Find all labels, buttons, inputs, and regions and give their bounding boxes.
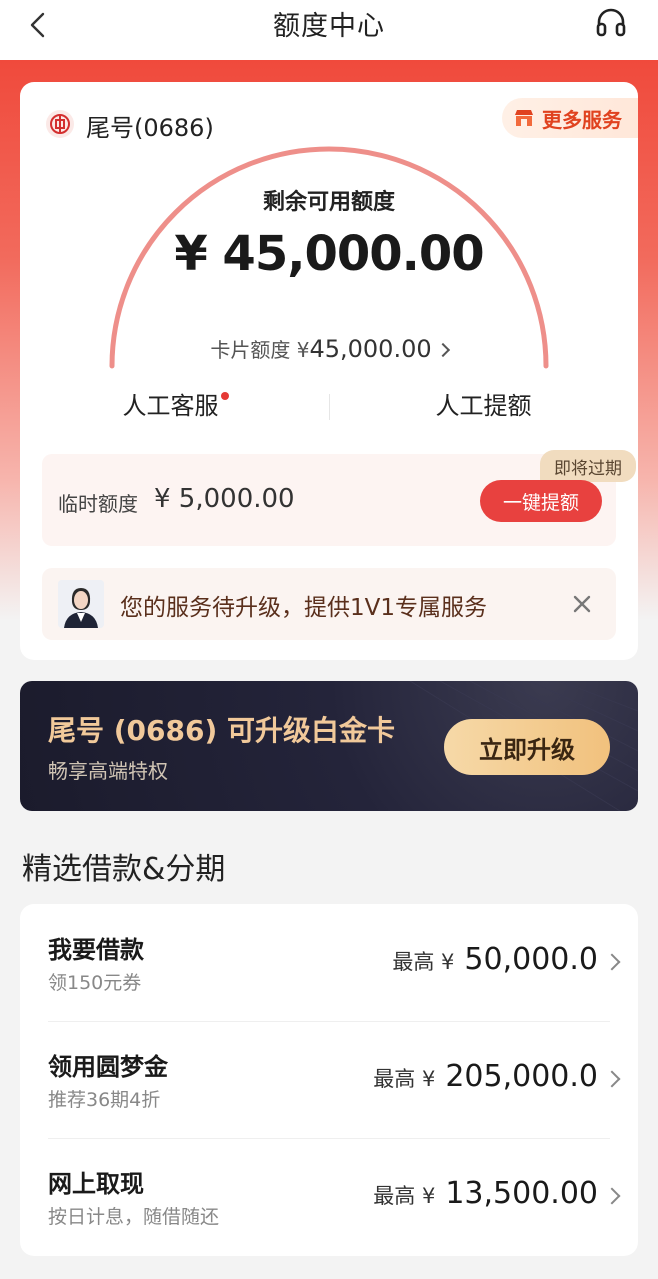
loan-description: 推荐36期4折 bbox=[48, 1089, 161, 1111]
platinum-subtitle: 畅享高端特权 bbox=[48, 759, 168, 783]
shop-icon bbox=[515, 110, 533, 126]
credit-limit-card: 尾号(0686) 更多服务 剩余可用额度 ¥ 45,000.00 卡片额度 ¥4… bbox=[20, 82, 638, 660]
temporary-limit-panel: 临时额度 ¥ 5,000.00 即将过期 一键提额 bbox=[42, 450, 636, 546]
available-limit-label: 剩余可用额度 bbox=[262, 190, 395, 215]
loan-amount: 205,000.0 bbox=[445, 1059, 598, 1094]
loan-list: 我要借款 领150元券 最高 ¥ 50,000.0 领用圆梦金 推荐36期4折 … bbox=[20, 904, 638, 1256]
loan-description: 按日计息，随借随还 bbox=[48, 1206, 220, 1228]
chevron-right-icon bbox=[435, 342, 450, 358]
chevron-right-icon bbox=[603, 953, 621, 971]
top-nav-bar: 额度中心 bbox=[0, 0, 658, 60]
temp-limit-label: 临时额度 bbox=[58, 492, 138, 516]
loan-max-amount: 最高 ¥ 13,500.00 bbox=[373, 1176, 598, 1211]
agent-avatar bbox=[58, 580, 104, 628]
back-arrow-icon[interactable] bbox=[24, 10, 54, 40]
loan-description: 领150元券 bbox=[48, 972, 142, 994]
manual-increase-label: 人工提额 bbox=[435, 392, 532, 420]
upgrade-now-button[interactable]: 立即升级 bbox=[444, 719, 610, 775]
list-item-dream-fund[interactable]: 领用圆梦金 推荐36期4折 最高 ¥ 205,000.0 bbox=[20, 1021, 638, 1138]
loan-max-amount: 最高 ¥ 205,000.0 bbox=[373, 1059, 598, 1094]
loan-max-label: 最高 ¥ bbox=[392, 950, 455, 974]
temp-limit-amount: ¥ 5,000.00 bbox=[154, 484, 295, 514]
page-title: 额度中心 bbox=[273, 10, 385, 42]
platinum-title: 尾号 (0686) 可升级白金卡 bbox=[48, 714, 396, 747]
card-limit-link[interactable]: 卡片额度 ¥45,000.00 bbox=[20, 334, 638, 363]
notification-dot-icon bbox=[220, 392, 229, 400]
loan-amount: 50,000.0 bbox=[464, 942, 598, 977]
loan-max-amount: 最高 ¥ 50,000.0 bbox=[392, 942, 598, 977]
headset-icon[interactable] bbox=[594, 6, 628, 40]
manual-service-label: 人工客服 bbox=[122, 392, 219, 420]
manual-increase-button[interactable]: 人工提额 bbox=[329, 386, 638, 421]
list-item-borrow[interactable]: 我要借款 领150元券 最高 ¥ 50,000.0 bbox=[20, 904, 638, 1021]
upgrade-notice-text: 您的服务待升级，提供1V1专属服务 bbox=[120, 595, 488, 621]
expiring-badge: 即将过期 bbox=[540, 450, 636, 482]
chevron-right-icon bbox=[603, 1070, 621, 1088]
card-limit-value: 45,000.00 bbox=[309, 335, 432, 363]
loan-name: 网上取现 bbox=[48, 1170, 144, 1198]
manual-service-button[interactable]: 人工客服 bbox=[20, 386, 329, 421]
more-services-label: 更多服务 bbox=[542, 107, 622, 132]
list-item-cash-withdrawal[interactable]: 网上取现 按日计息，随借随还 最高 ¥ 13,500.00 bbox=[20, 1138, 638, 1255]
close-icon[interactable] bbox=[572, 594, 592, 614]
section-title: 精选借款&分期 bbox=[22, 852, 226, 887]
service-row: 人工客服 人工提额 bbox=[20, 386, 638, 426]
loan-name: 领用圆梦金 bbox=[48, 1053, 168, 1081]
one-click-increase-button[interactable]: 一键提额 bbox=[480, 480, 602, 522]
loan-name: 我要借款 bbox=[48, 936, 144, 964]
loan-max-label: 最高 ¥ bbox=[373, 1067, 436, 1091]
card-tail-number: 尾号(0686) bbox=[86, 114, 214, 142]
service-upgrade-notice[interactable]: 您的服务待升级，提供1V1专属服务 bbox=[42, 568, 616, 640]
loan-amount: 13,500.00 bbox=[445, 1176, 598, 1211]
more-services-button[interactable]: 更多服务 bbox=[502, 98, 638, 138]
bank-logo-icon bbox=[46, 110, 74, 138]
available-limit-amount: ¥ 45,000.00 bbox=[174, 226, 484, 282]
platinum-upgrade-banner[interactable]: 尾号 (0686) 可升级白金卡 畅享高端特权 立即升级 bbox=[20, 681, 638, 811]
loan-max-label: 最高 ¥ bbox=[373, 1184, 436, 1208]
card-limit-label: 卡片额度 ¥ bbox=[210, 338, 310, 362]
chevron-right-icon bbox=[603, 1187, 621, 1205]
